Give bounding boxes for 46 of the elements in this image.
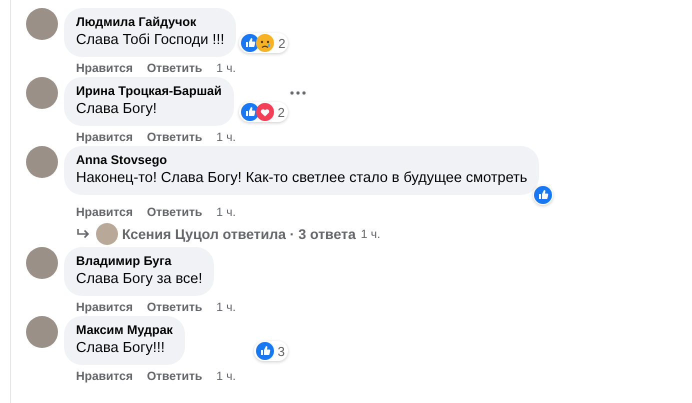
- comment-time[interactable]: 1 ч.: [216, 61, 236, 75]
- comment-text: Слава Тобі Господи !!!: [76, 31, 224, 50]
- reaction-badge[interactable]: 3: [254, 341, 288, 361]
- thumbs-up-icon: [534, 186, 552, 204]
- comment-text: Слава Богу за все!: [76, 270, 202, 289]
- author-name[interactable]: Людмила Гайдучок: [76, 14, 224, 30]
- reaction-badge[interactable]: [533, 185, 554, 205]
- sad-face-icon: [256, 34, 274, 52]
- like-link[interactable]: Нравится: [76, 205, 133, 219]
- reaction-count: 2: [278, 104, 285, 120]
- thumbs-up-icon: [256, 342, 274, 360]
- like-link[interactable]: Нравится: [76, 61, 133, 75]
- author-name[interactable]: Ирина Троцкая-Баршай: [76, 83, 222, 99]
- like-link[interactable]: Нравится: [76, 300, 133, 314]
- avatar[interactable]: [26, 77, 58, 109]
- comment-text: Слава Богу!!!: [76, 339, 166, 358]
- reply-link[interactable]: Ответить: [146, 205, 202, 219]
- reaction-badge[interactable]: 2: [239, 33, 288, 53]
- comment-time[interactable]: 1 ч.: [216, 205, 236, 219]
- more-options-icon[interactable]: [290, 91, 306, 95]
- reaction-count: 3: [278, 344, 285, 358]
- reaction-count: 2: [278, 36, 286, 50]
- avatar[interactable]: [26, 316, 58, 348]
- like-link[interactable]: Нравится: [76, 130, 133, 144]
- thumbs-up-icon: [240, 103, 259, 121]
- reply-link[interactable]: Ответить: [146, 369, 202, 383]
- reply-link[interactable]: Ответить: [146, 300, 202, 314]
- view-replies-link[interactable]: Ксения Цуцол ответила · 3 ответа: [122, 226, 356, 242]
- avatar[interactable]: [26, 146, 58, 178]
- comment-time[interactable]: 1 ч.: [216, 369, 236, 383]
- comment-text: Наконец-то! Слава Богу! Как-то светлее стало в будущее смотреть: [76, 169, 528, 188]
- reply-link[interactable]: Ответить: [146, 61, 202, 75]
- comment-time[interactable]: 1 ч.: [216, 300, 236, 314]
- comment-text: Слава Богу!: [76, 100, 158, 119]
- author-name[interactable]: Anna Stovsego: [76, 152, 528, 168]
- avatar[interactable]: [26, 8, 58, 40]
- avatar[interactable]: [26, 247, 58, 279]
- avatar: [96, 223, 118, 245]
- reaction-badge[interactable]: 2: [238, 102, 288, 122]
- reply-arrow-icon: [76, 228, 90, 240]
- comment-time[interactable]: 1 ч.: [216, 130, 236, 144]
- like-link[interactable]: Нравится: [76, 369, 133, 383]
- reply-link[interactable]: Ответить: [146, 130, 202, 144]
- author-name[interactable]: Владимир Буга: [76, 253, 202, 269]
- reply-time: 1 ч.: [360, 227, 380, 241]
- author-name[interactable]: Максим Мудрак: [76, 322, 173, 338]
